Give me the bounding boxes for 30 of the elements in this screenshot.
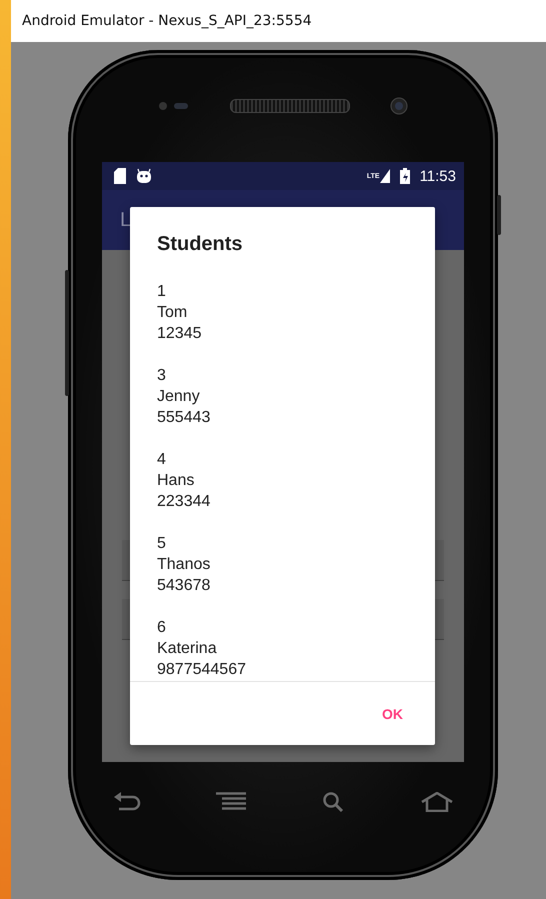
search-icon[interactable] bbox=[322, 792, 346, 812]
signal-icon bbox=[380, 169, 390, 183]
student-name: Tom bbox=[157, 303, 188, 323]
status-time: 11:53 bbox=[420, 168, 456, 184]
student-id: 3 bbox=[157, 366, 166, 386]
student-name: Thanos bbox=[157, 555, 210, 575]
student-number: 223344 bbox=[157, 492, 210, 512]
dialog-title: Students bbox=[156, 232, 244, 257]
sd-card-icon bbox=[114, 168, 126, 184]
student-number: 9877544567 bbox=[157, 660, 246, 680]
student-id: 6 bbox=[157, 618, 166, 638]
student-id: 1 bbox=[157, 282, 166, 302]
student-number: 543678 bbox=[157, 576, 210, 596]
home-icon[interactable] bbox=[420, 792, 453, 812]
android-icon bbox=[136, 168, 152, 184]
camera-icon bbox=[390, 97, 408, 115]
toolbar-title: L bbox=[120, 208, 132, 232]
menu-icon[interactable] bbox=[216, 792, 246, 810]
student-name: Hans bbox=[157, 471, 194, 491]
window-title: Android Emulator - Nexus_S_API_23:5554 bbox=[22, 13, 312, 29]
student-number: 555443 bbox=[157, 408, 210, 428]
student-id: 5 bbox=[157, 534, 166, 554]
student-name: Katerina bbox=[157, 639, 217, 659]
student-name: Jenny bbox=[157, 387, 200, 407]
student-id: 4 bbox=[157, 450, 166, 470]
ok-button[interactable]: OK bbox=[374, 698, 411, 730]
student-number: 12345 bbox=[157, 324, 202, 344]
back-icon[interactable] bbox=[113, 792, 141, 812]
sensor-icon bbox=[158, 101, 190, 111]
battery-icon bbox=[400, 168, 410, 184]
